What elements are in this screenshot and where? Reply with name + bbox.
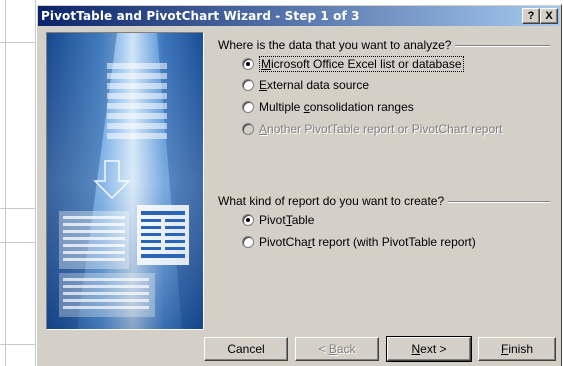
sheet-gridline bbox=[0, 42, 36, 43]
radio-button[interactable] bbox=[242, 101, 254, 113]
next-button[interactable]: Next > bbox=[386, 336, 472, 362]
radio-label: PivotTable bbox=[259, 213, 315, 227]
close-button[interactable]: X bbox=[540, 8, 558, 24]
radio-excel-list[interactable]: Microsoft Office Excel list or database bbox=[242, 56, 464, 72]
sheet-gridline bbox=[0, 208, 36, 209]
title-bar[interactable]: PivotTable and PivotChart Wizard - Step … bbox=[38, 6, 560, 26]
radio-another-pivot-report: Another PivotTable report or PivotChart … bbox=[242, 122, 502, 136]
sheet-gridline bbox=[0, 242, 36, 243]
finish-button[interactable]: Finish bbox=[478, 337, 556, 361]
radio-button[interactable] bbox=[242, 79, 254, 91]
radio-external-source[interactable]: External data source bbox=[242, 78, 369, 92]
radio-label: External data source bbox=[259, 78, 370, 92]
radio-button bbox=[242, 123, 254, 135]
wizard-dialog: PivotTable and PivotChart Wizard - Step … bbox=[36, 4, 562, 366]
sheet-gridline bbox=[5, 0, 6, 366]
radio-label: Microsoft Office Excel list or database bbox=[259, 56, 464, 72]
radio-label: Another PivotTable report or PivotChart … bbox=[259, 122, 503, 136]
radio-label: PivotChart report (with PivotTable repor… bbox=[259, 235, 476, 249]
help-button[interactable]: ? bbox=[522, 8, 540, 24]
radio-button[interactable] bbox=[242, 214, 254, 226]
radio-label: Multiple consolidation ranges bbox=[259, 100, 414, 114]
radio-pivotchart[interactable]: PivotChart report (with PivotTable repor… bbox=[242, 235, 476, 249]
pivot-wizard-art-icon bbox=[47, 33, 203, 329]
radio-pivottable[interactable]: PivotTable bbox=[242, 213, 314, 227]
cancel-button[interactable]: Cancel bbox=[204, 337, 288, 361]
back-button: < Back bbox=[295, 337, 379, 361]
dialog-title: PivotTable and PivotChart Wizard - Step … bbox=[41, 9, 360, 23]
radio-consolidation-ranges[interactable]: Multiple consolidation ranges bbox=[242, 100, 414, 114]
sheet-gridline bbox=[0, 344, 36, 345]
radio-button[interactable] bbox=[242, 58, 254, 70]
wizard-illustration bbox=[46, 32, 204, 330]
radio-button[interactable] bbox=[242, 236, 254, 248]
report-kind-question: What kind of report do you want to creat… bbox=[218, 194, 449, 208]
data-source-question: Where is the data that you want to analy… bbox=[218, 38, 456, 52]
